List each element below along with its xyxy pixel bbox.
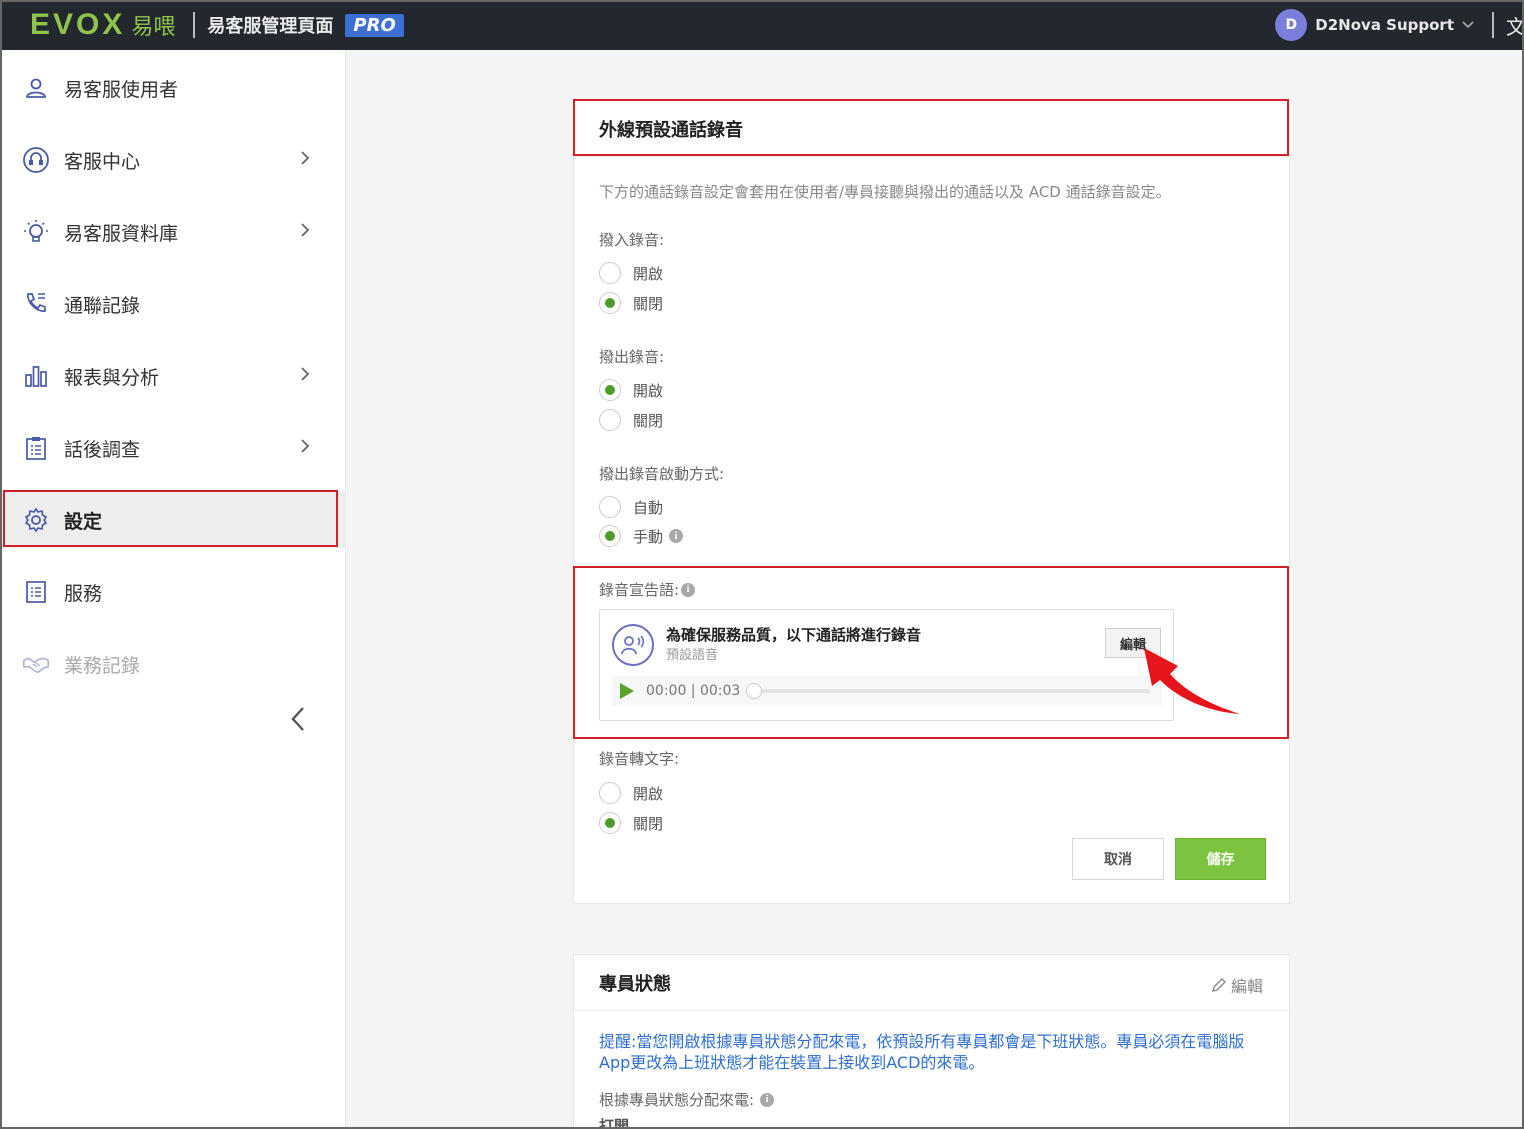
option-label: 手動 xyxy=(633,527,664,546)
logo-cn-text: 易喂 xyxy=(131,15,176,40)
radio-button-selected[interactable] xyxy=(599,379,621,401)
inbound-off-option[interactable]: 關閉 xyxy=(599,291,663,315)
red-arrow-icon xyxy=(1144,648,1240,714)
user-name[interactable]: D2Nova Support xyxy=(1315,16,1454,34)
chevron-down-icon[interactable] xyxy=(1462,18,1474,32)
agent-status-card: 專員狀態 編輯 提醒:當您開啟根據專員狀態分配來電，依預設所有專員都會是下班狀態… xyxy=(573,954,1290,1129)
user-icon xyxy=(22,74,50,102)
title-highlight-box xyxy=(573,99,1289,156)
agent-status-title: 專員狀態 xyxy=(599,973,671,995)
language-icon[interactable]: 文 xyxy=(1506,11,1524,40)
info-icon[interactable]: i xyxy=(669,529,684,543)
save-button[interactable]: 儲存 xyxy=(1175,838,1266,880)
sidebar-item-label: 通聯記錄 xyxy=(64,294,141,317)
outbound-recording-label: 撥出錄音: xyxy=(599,348,665,366)
collapse-sidebar-button[interactable] xyxy=(286,704,310,734)
user-area: D D2Nova Support 文 xyxy=(1275,0,1524,50)
pencil-icon xyxy=(1212,978,1226,992)
inbound-recording-label: 撥入錄音: xyxy=(599,231,665,249)
radio-button[interactable] xyxy=(599,496,621,518)
sidebar: 易客服使用者 客服中心 易客服資料庫 通聯記錄 報表與分析 話後調查 設定 服務… xyxy=(2,50,346,1127)
clipboard-icon xyxy=(22,434,50,462)
trigger-manual-option[interactable]: 手動 i xyxy=(599,524,684,548)
settings-highlight-box xyxy=(3,490,338,547)
edit-link-label: 編輯 xyxy=(1230,977,1263,996)
page-title: 易客服管理頁面 xyxy=(207,16,334,37)
sidebar-item-call-log[interactable]: 通聯記錄 xyxy=(2,276,346,332)
sidebar-item-label: 話後調查 xyxy=(64,438,141,461)
option-label: 開啟 xyxy=(633,264,664,283)
radio-button[interactable] xyxy=(599,782,621,804)
card-header: 專員狀態 編輯 xyxy=(574,955,1289,1011)
radio-button[interactable] xyxy=(599,409,621,431)
avatar[interactable]: D xyxy=(1275,9,1308,41)
sidebar-item-survey[interactable]: 話後調查 xyxy=(2,420,346,476)
headset-icon xyxy=(22,146,50,174)
sidebar-item-label: 客服中心 xyxy=(64,150,141,173)
option-label: 關閉 xyxy=(633,814,664,833)
title-divider xyxy=(193,12,196,38)
cancel-button[interactable]: 取消 xyxy=(1072,838,1164,880)
logo-text: EVOX xyxy=(30,8,126,41)
transcription-label: 錄音轉文字: xyxy=(599,750,680,768)
sidebar-item-business-records[interactable]: 業務記錄 xyxy=(2,636,346,692)
inbound-on-option[interactable]: 開啟 xyxy=(599,261,663,285)
list-icon xyxy=(22,578,50,606)
phone-log-icon xyxy=(22,290,50,318)
evox-logo[interactable]: EVOX 易喂 xyxy=(30,8,175,42)
transcription-on-option[interactable]: 開啟 xyxy=(599,781,663,805)
radio-button[interactable] xyxy=(599,262,621,284)
chevron-right-icon xyxy=(300,366,310,386)
sidebar-item-service-center[interactable]: 客服中心 xyxy=(2,132,346,188)
assign-by-status-value: 打開 xyxy=(599,1117,630,1129)
trigger-auto-option[interactable]: 自動 xyxy=(599,495,663,519)
chevron-left-icon xyxy=(291,707,304,731)
radio-button-selected[interactable] xyxy=(599,292,621,314)
recording-description: 下方的通話錄音設定會套用在使用者/專員接聽與撥出的通話以及 ACD 通話錄音設定… xyxy=(599,183,1171,201)
lang-divider xyxy=(1492,12,1494,38)
sidebar-item-reports[interactable]: 報表與分析 xyxy=(2,348,346,404)
sidebar-item-label: 易客服資料庫 xyxy=(64,222,179,245)
info-icon[interactable]: i xyxy=(760,1092,775,1107)
radio-button-selected[interactable] xyxy=(599,812,621,834)
outbound-off-option[interactable]: 關閉 xyxy=(599,408,663,432)
lightbulb-icon xyxy=(22,218,50,246)
outbound-on-option[interactable]: 開啟 xyxy=(599,378,663,402)
pro-badge: PRO xyxy=(345,13,404,37)
transcription-off-option[interactable]: 關閉 xyxy=(599,811,663,835)
assign-by-status-label: 根據專員狀態分配來電: xyxy=(599,1091,755,1109)
radio-button-selected[interactable] xyxy=(599,525,621,547)
edit-agent-status-link[interactable]: 編輯 xyxy=(1211,973,1263,997)
option-label: 關閉 xyxy=(633,411,664,430)
sidebar-item-label: 報表與分析 xyxy=(64,366,160,389)
sidebar-item-label: 業務記錄 xyxy=(64,654,141,677)
sidebar-item-label: 服務 xyxy=(64,582,103,605)
assign-by-status-label-row: 根據專員狀態分配來電: i xyxy=(599,1089,775,1110)
outbound-trigger-label: 撥出錄音啟動方式: xyxy=(599,465,725,483)
option-label: 關閉 xyxy=(633,294,664,313)
option-label: 開啟 xyxy=(633,784,664,803)
sidebar-item-label: 易客服使用者 xyxy=(64,78,179,101)
bar-chart-icon xyxy=(22,362,50,390)
chevron-right-icon xyxy=(300,150,310,170)
sidebar-item-users[interactable]: 易客服使用者 xyxy=(2,60,346,116)
option-label: 自動 xyxy=(633,498,664,517)
option-label: 開啟 xyxy=(633,381,664,400)
sidebar-item-services[interactable]: 服務 xyxy=(2,564,346,620)
agent-status-reminder: 提醒:當您開啟根據專員狀態分配來電，依預設所有專員都會是下班狀態。專員必須在電腦… xyxy=(599,1032,1245,1072)
chevron-right-icon xyxy=(300,222,310,242)
top-bar: EVOX 易喂 易客服管理頁面 PRO D D2Nova Support 文 xyxy=(0,0,1524,50)
chevron-right-icon xyxy=(300,438,310,458)
handshake-icon xyxy=(22,650,50,678)
recording-settings-card: 外線預設通話錄音 下方的通話錄音設定會套用在使用者/專員接聽與撥出的通話以及 A… xyxy=(573,100,1290,904)
sidebar-item-knowledge-base[interactable]: 易客服資料庫 xyxy=(2,204,346,260)
